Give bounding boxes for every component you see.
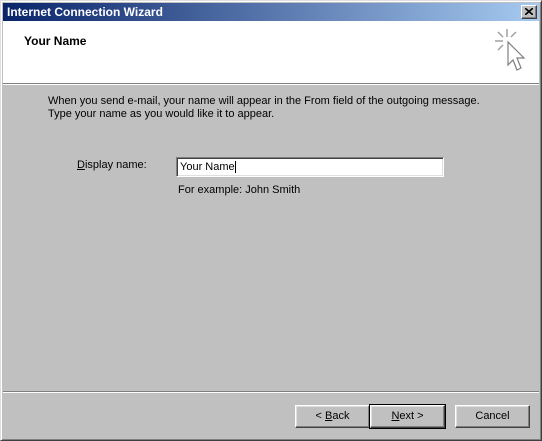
close-button[interactable] (521, 5, 537, 19)
wizard-header: Your Name (3, 21, 539, 83)
display-name-input[interactable]: Your Name (176, 157, 444, 177)
back-label-rest: ack (332, 410, 350, 422)
wizard-window: Internet Connection Wizard Your Name Whe… (0, 0, 542, 441)
display-name-accelerator: D (77, 159, 85, 171)
display-name-example: For example: John Smith (178, 184, 301, 196)
back-prefix: < (315, 410, 325, 422)
wizard-cursor-icon (495, 29, 526, 71)
next-label-rest: ext > (399, 410, 424, 422)
intro-line-2: Type your name as you would like it to a… (48, 108, 275, 120)
intro-line-1: When you send e-mail, your name will app… (48, 95, 480, 107)
next-button[interactable]: Next > (369, 404, 446, 429)
intro-text: When you send e-mail, your name will app… (48, 95, 508, 121)
back-button[interactable]: < Back (295, 405, 370, 428)
title-bar: Internet Connection Wizard (3, 3, 539, 21)
footer-separator (3, 391, 539, 393)
display-name-label: Display name: (77, 159, 147, 171)
window-title: Internet Connection Wizard (7, 5, 163, 19)
page-heading: Your Name (24, 34, 87, 48)
close-icon (525, 8, 533, 15)
display-name-value: Your Name (180, 161, 235, 173)
text-caret (234, 161, 236, 173)
cancel-button[interactable]: Cancel (455, 405, 530, 428)
header-separator (3, 83, 539, 85)
display-name-label-rest: isplay name: (84, 159, 147, 171)
